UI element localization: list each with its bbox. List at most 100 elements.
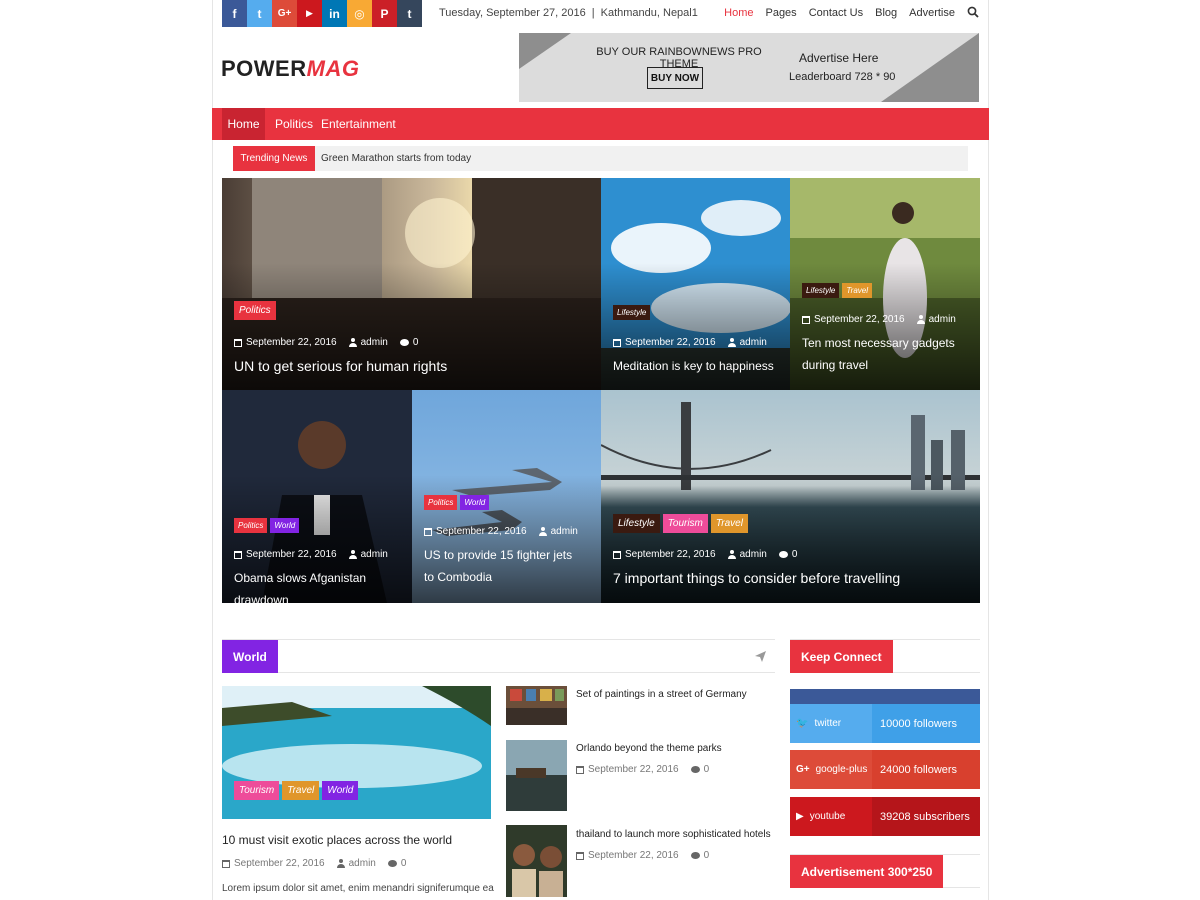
- category-badge[interactable]: Lifestyle: [613, 305, 651, 320]
- category-badge[interactable]: Politics: [234, 301, 276, 320]
- tile-title[interactable]: UN to get serious for human rights: [234, 355, 584, 377]
- youtube-counter-value: 39208 subscribers: [872, 797, 980, 836]
- list-item-meta: September 22, 2016 0: [576, 764, 709, 775]
- list-item-title[interactable]: thailand to launch more sophisticated ho…: [576, 829, 771, 840]
- facebook-icon[interactable]: f: [222, 0, 247, 27]
- top-menu-home[interactable]: Home: [724, 7, 753, 19]
- post-date: September 22, 2016: [234, 858, 325, 869]
- category-badge[interactable]: Lifestyle: [613, 514, 660, 533]
- advertisement-header: Advertisement 300*250: [790, 854, 980, 888]
- post-author[interactable]: admin: [929, 314, 956, 325]
- tile-categories: Politics: [234, 301, 276, 320]
- tile-title[interactable]: Ten most necessary gadgets during travel: [802, 332, 972, 376]
- comment-icon: [690, 852, 700, 859]
- twitter-counter-value: 10000 followers: [872, 704, 980, 743]
- post-author[interactable]: admin: [551, 526, 578, 537]
- current-location: Kathmandu, Nepal1: [600, 7, 698, 19]
- featured-tile[interactable]: Politics World September 22, 2016 admin …: [412, 390, 601, 603]
- top-menu-contact[interactable]: Contact Us: [809, 7, 863, 19]
- comment-count[interactable]: 0: [413, 337, 419, 348]
- list-item-title[interactable]: Orlando beyond the theme parks: [576, 743, 722, 754]
- banner-advertise-text: Advertise Here: [799, 51, 879, 65]
- youtube-counter[interactable]: ▶ youtube 39208 subscribers: [790, 797, 980, 836]
- world-section-label[interactable]: World: [222, 640, 278, 673]
- top-menu-pages[interactable]: Pages: [765, 7, 796, 19]
- category-badge[interactable]: Travel: [282, 781, 320, 800]
- banner-corner-left: [519, 33, 571, 69]
- list-thumb[interactable]: [506, 686, 567, 725]
- category-badge[interactable]: Politics: [424, 495, 458, 510]
- post-author[interactable]: admin: [740, 337, 767, 348]
- linkedin-icon[interactable]: in: [322, 0, 347, 27]
- post-author[interactable]: admin: [361, 549, 388, 560]
- world-featured-excerpt: Lorem ipsum dolor sit amet, enim menandr…: [222, 883, 494, 894]
- list-thumb[interactable]: [506, 825, 567, 897]
- twitter-icon[interactable]: t: [247, 0, 272, 27]
- search-icon[interactable]: [967, 6, 979, 18]
- world-featured-meta: September 22, 2016 admin 0: [222, 858, 406, 869]
- tile-title[interactable]: US to provide 15 fighter jets to Combodi…: [424, 544, 584, 588]
- facebook-row-partial[interactable]: [790, 689, 980, 705]
- send-icon[interactable]: [754, 650, 767, 663]
- featured-tile[interactable]: Lifestyle Tourism Travel September 22, 2…: [601, 390, 980, 603]
- leaderboard-banner[interactable]: BUY OUR RAINBOWNEWS PRO THEME BUY NOW Ad…: [519, 33, 979, 102]
- tile-meta: September 22, 2016 admin: [234, 549, 388, 560]
- category-badge[interactable]: Politics: [234, 518, 268, 533]
- world-featured-title[interactable]: 10 must visit exotic places across the w…: [222, 833, 452, 847]
- top-menu-advertise[interactable]: Advertise: [909, 7, 955, 19]
- list-thumb[interactable]: [506, 740, 567, 811]
- featured-tile[interactable]: Politics World September 22, 2016 admin …: [222, 390, 412, 603]
- tile-meta: September 22, 2016 admin: [424, 526, 578, 537]
- category-badge[interactable]: World: [270, 518, 300, 533]
- category-badge[interactable]: World: [322, 781, 359, 800]
- tile-title[interactable]: Meditation is key to happiness: [613, 355, 783, 377]
- nav-politics[interactable]: Politics: [275, 108, 313, 140]
- tile-title[interactable]: 7 important things to consider before tr…: [613, 567, 973, 589]
- comment-count[interactable]: 0: [704, 850, 710, 861]
- pinterest-icon[interactable]: P: [372, 0, 397, 27]
- featured-tile[interactable]: Lifestyle September 22, 2016 admin Medit…: [601, 178, 790, 390]
- category-badge[interactable]: Tourism: [234, 781, 280, 800]
- trending-headline[interactable]: Green Marathon starts from today: [321, 153, 471, 164]
- youtube-icon: ▶: [796, 811, 804, 822]
- list-item-title[interactable]: Set of paintings in a street of Germany: [576, 689, 747, 700]
- category-badge[interactable]: Travel: [842, 283, 872, 298]
- google-plus-icon[interactable]: G+: [272, 0, 297, 27]
- comment-count[interactable]: 0: [401, 858, 407, 869]
- post-author[interactable]: admin: [740, 549, 767, 560]
- twitter-counter[interactable]: 🐦 twitter 10000 followers: [790, 704, 980, 743]
- twitter-counter-label: 🐦 twitter: [790, 704, 872, 743]
- google-plus-icon: G+: [796, 764, 810, 775]
- category-badge[interactable]: Lifestyle: [802, 283, 840, 298]
- instagram-icon[interactable]: ◎: [347, 0, 372, 27]
- tile-meta: September 22, 2016 admin 0: [613, 549, 797, 560]
- category-badge[interactable]: World: [460, 495, 490, 510]
- comment-count[interactable]: 0: [704, 764, 710, 775]
- world-section-header: World: [222, 639, 775, 673]
- post-date: September 22, 2016: [246, 549, 337, 560]
- nav-home[interactable]: Home: [222, 108, 265, 140]
- comment-count[interactable]: 0: [792, 549, 798, 560]
- google-plus-counter[interactable]: G+ google-plus 24000 followers: [790, 750, 980, 789]
- post-author[interactable]: admin: [349, 858, 376, 869]
- calendar-icon: [234, 338, 242, 347]
- youtube-icon[interactable]: ▶: [297, 0, 322, 27]
- category-badge[interactable]: Travel: [710, 514, 748, 533]
- site-logo[interactable]: POWERMAG: [221, 56, 359, 82]
- world-featured-image[interactable]: Tourism Travel World: [222, 686, 491, 819]
- nav-entertainment[interactable]: Entertainment: [321, 108, 396, 140]
- buy-now-button[interactable]: BUY NOW: [647, 67, 703, 89]
- post-author[interactable]: admin: [361, 337, 388, 348]
- top-menu-blog[interactable]: Blog: [875, 7, 897, 19]
- counter-network-name: twitter: [814, 718, 842, 729]
- featured-tile[interactable]: Lifestyle Travel September 22, 2016 admi…: [790, 178, 980, 390]
- comment-icon: [387, 860, 397, 867]
- tile-title[interactable]: Obama slows Afganistan drawdown: [234, 567, 409, 603]
- youtube-counter-label: ▶ youtube: [790, 797, 872, 836]
- category-badge[interactable]: Tourism: [662, 514, 708, 533]
- tile-meta: September 22, 2016 admin: [613, 337, 767, 348]
- social-icons: f t G+ ▶ in ◎ P t: [222, 0, 422, 27]
- user-icon: [348, 550, 357, 559]
- tumblr-icon[interactable]: t: [397, 0, 422, 27]
- featured-tile[interactable]: Politics September 22, 2016 admin 0 UN t…: [222, 178, 601, 390]
